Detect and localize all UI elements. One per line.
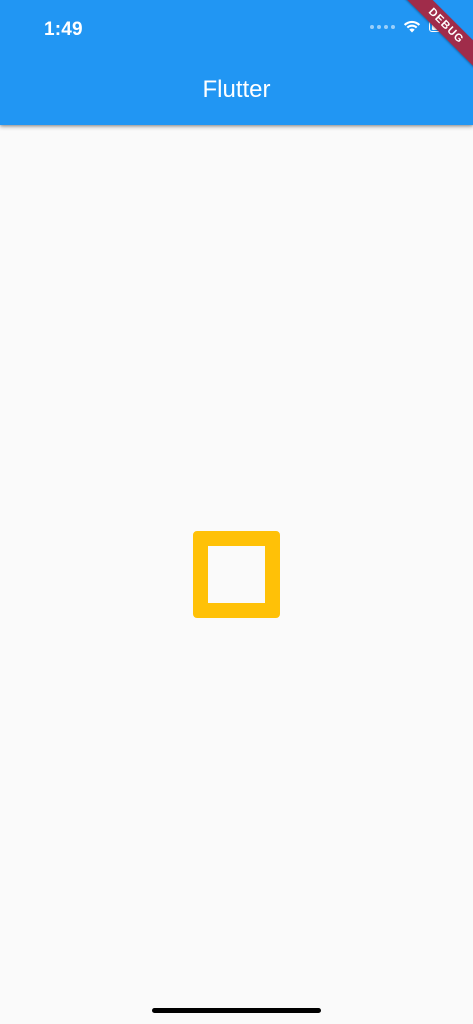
debug-banner-label: DEBUG xyxy=(400,0,473,72)
debug-banner: DEBUG xyxy=(387,0,473,86)
home-indicator[interactable] xyxy=(152,1008,321,1013)
status-time: 1:49 xyxy=(44,19,83,40)
yellow-square-outline xyxy=(193,531,280,618)
